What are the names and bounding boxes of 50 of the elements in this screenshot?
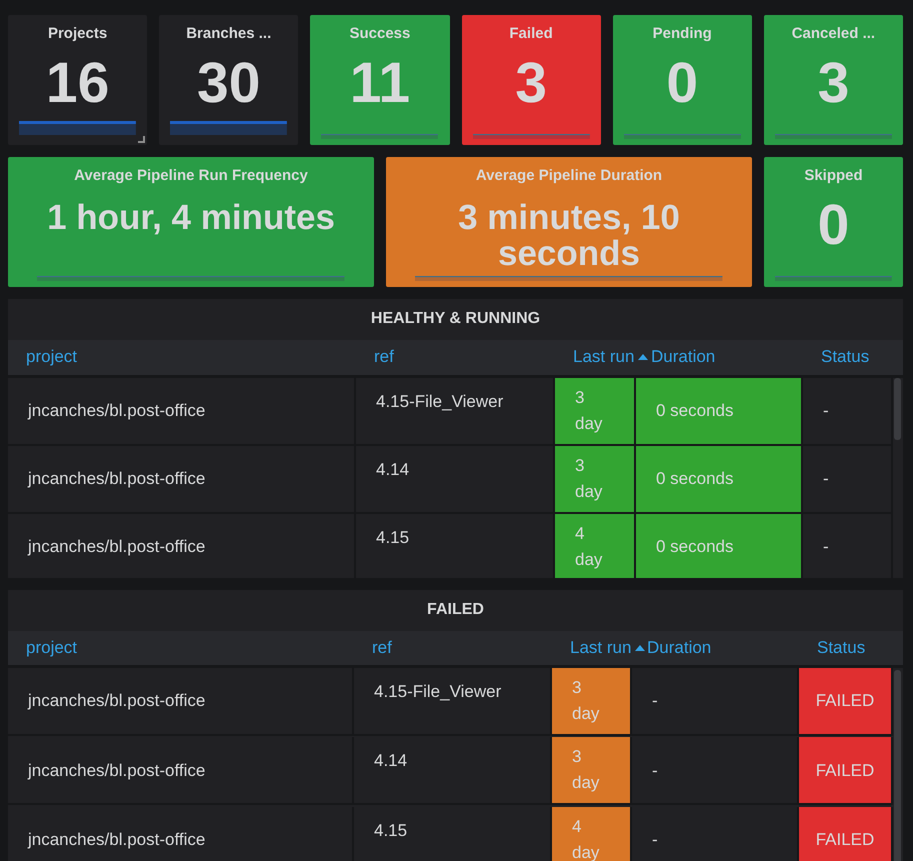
column-header[interactable]: project — [8, 630, 354, 668]
duration-cell: 0 seconds — [636, 446, 803, 514]
panel-title: Skipped — [804, 166, 863, 186]
panel-title: Failed — [509, 24, 553, 44]
stat-value: 30 — [196, 54, 262, 114]
last-run-cell: 4 day — [552, 806, 632, 861]
panel-title: Projects — [48, 24, 108, 44]
status-cell: - — [803, 514, 893, 578]
panel-title: HEALTHY & RUNNING — [370, 309, 542, 329]
stat-value: 0 — [816, 196, 850, 256]
project-cell: jncanches/bl.post-office — [8, 514, 356, 578]
last-run-cell: 3 day — [555, 378, 636, 446]
panel-title: Success — [349, 24, 410, 44]
last-run-cell: 3 day — [552, 668, 632, 736]
stat-value: 16 — [44, 54, 110, 114]
panel-title: Average Pipeline Run Frequency — [74, 166, 308, 186]
project-cell: jncanches/bl.post-office — [8, 378, 356, 446]
project-cell: jncanches/bl.post-office — [8, 806, 354, 861]
duration-cell: 0 seconds — [636, 514, 803, 578]
panel-title: Branches ... — [186, 24, 272, 44]
panel-title: Canceled ... — [792, 24, 876, 44]
stat-value: 3 — [514, 54, 548, 114]
column-header[interactable]: Status — [803, 340, 903, 378]
status-cell: - — [803, 446, 893, 514]
status-cell: FAILED — [799, 806, 893, 861]
column-header[interactable]: Status — [799, 630, 903, 668]
stat-value: 0 — [665, 54, 700, 114]
status-cell: FAILED — [799, 737, 893, 806]
panel-title: Pending — [652, 24, 712, 44]
project-cell: jncanches/bl.post-office — [8, 446, 356, 514]
duration-cell: 0 seconds — [636, 378, 803, 446]
project-cell: jncanches/bl.post-office — [8, 668, 354, 736]
panel-title: FAILED — [426, 600, 485, 620]
scrollbar[interactable] — [894, 378, 901, 440]
last-run-cell: 4 day — [555, 514, 636, 578]
last-run-cell: 3 day — [555, 446, 636, 514]
stat-value: 1 hour, 4 minutes — [46, 200, 336, 236]
resize-handle-icon[interactable] — [138, 136, 146, 143]
column-header[interactable]: Duration — [636, 340, 803, 378]
stat-value: 3 minutes, 10 seconds — [457, 200, 681, 273]
column-header[interactable]: ref — [356, 340, 555, 378]
stat-value: 11 — [348, 54, 412, 114]
column-header[interactable]: project — [8, 340, 356, 378]
status-cell: FAILED — [799, 668, 893, 736]
stat-value: 3 — [816, 54, 850, 114]
last-run-cell: 3 day — [552, 737, 632, 806]
column-header[interactable]: Duration — [632, 630, 799, 668]
panel-title: Average Pipeline Duration — [476, 166, 662, 186]
column-header[interactable]: ref — [354, 630, 552, 668]
project-cell: jncanches/bl.post-office — [8, 737, 354, 806]
